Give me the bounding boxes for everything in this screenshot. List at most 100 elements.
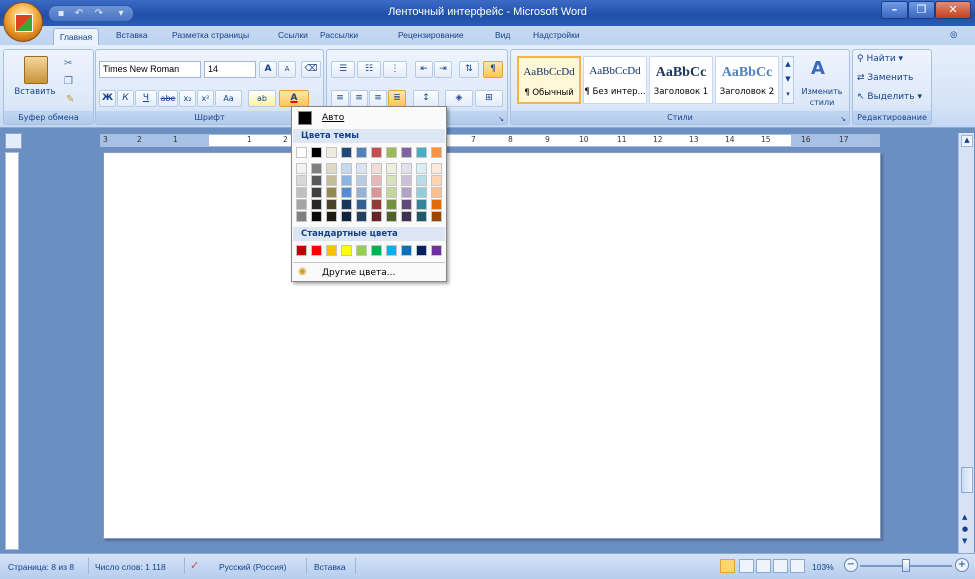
style-heading-2[interactable]: AaBbCc Заголовок 2 — [715, 56, 779, 104]
theme-shade-swatch[interactable] — [386, 187, 397, 198]
theme-shade-swatch[interactable] — [296, 175, 307, 186]
show-marks-icon[interactable]: ¶ — [483, 61, 503, 78]
tab-insert[interactable]: Вставка — [116, 30, 148, 40]
auto-color-swatch[interactable] — [298, 111, 312, 125]
theme-shade-swatch[interactable] — [296, 187, 307, 198]
outline-view-icon[interactable] — [773, 559, 788, 573]
justify-icon[interactable]: ≣ — [388, 90, 406, 107]
theme-shade-swatch[interactable] — [326, 187, 337, 198]
standard-color-swatch[interactable] — [356, 245, 367, 256]
font-color-button[interactable]: A — [279, 90, 309, 107]
format-painter-icon[interactable]: ✎ — [66, 94, 74, 105]
superscript-button[interactable]: x² — [197, 90, 214, 107]
tab-selector[interactable] — [5, 133, 22, 149]
theme-shade-swatch[interactable] — [341, 199, 352, 210]
standard-color-swatch[interactable] — [431, 245, 442, 256]
copy-icon[interactable]: ❐ — [64, 76, 73, 87]
theme-shade-swatch[interactable] — [296, 199, 307, 210]
theme-shade-swatch[interactable] — [431, 175, 442, 186]
bold-button[interactable]: Ж — [99, 90, 116, 107]
styles-launcher-icon[interactable]: ↘ — [840, 115, 846, 123]
tab-home[interactable]: Главная — [53, 28, 99, 46]
style-no-spacing[interactable]: AaBbCcDd ¶ Без интер... — [583, 56, 647, 104]
theme-shade-swatch[interactable] — [341, 175, 352, 186]
theme-color-swatch[interactable] — [431, 147, 442, 158]
theme-shade-swatch[interactable] — [416, 187, 427, 198]
paste-icon[interactable] — [24, 56, 48, 84]
office-button[interactable] — [3, 2, 43, 42]
find-button[interactable]: ⚲ Найти ▾ — [857, 54, 903, 64]
theme-color-swatch[interactable] — [311, 147, 322, 158]
theme-shade-swatch[interactable] — [401, 187, 412, 198]
standard-color-swatch[interactable] — [311, 245, 322, 256]
language-status[interactable]: Русский (Россия) — [219, 562, 286, 572]
theme-shade-swatch[interactable] — [326, 163, 337, 174]
clear-formatting-icon[interactable]: ⌫ — [301, 61, 321, 78]
theme-shade-swatch[interactable] — [371, 175, 382, 186]
theme-shade-swatch[interactable] — [296, 163, 307, 174]
web-layout-view-icon[interactable] — [756, 559, 771, 573]
increase-indent-icon[interactable]: ⇥ — [434, 61, 452, 78]
decrease-indent-icon[interactable]: ⇤ — [415, 61, 433, 78]
highlight-button[interactable]: ab — [248, 90, 276, 107]
standard-color-swatch[interactable] — [386, 245, 397, 256]
scroll-thumb[interactable] — [961, 467, 973, 493]
zoom-slider-thumb[interactable] — [902, 559, 910, 572]
theme-shade-swatch[interactable] — [416, 175, 427, 186]
maximize-button[interactable]: ❐ — [908, 1, 935, 19]
theme-color-swatch[interactable] — [341, 147, 352, 158]
theme-shade-swatch[interactable] — [416, 199, 427, 210]
style-heading-1[interactable]: AaBbCc Заголовок 1 — [649, 56, 713, 104]
theme-shade-swatch[interactable] — [401, 163, 412, 174]
close-button[interactable]: ✕ — [935, 1, 971, 19]
theme-shade-swatch[interactable] — [386, 175, 397, 186]
paste-button[interactable]: Вставить — [7, 87, 63, 97]
theme-shade-swatch[interactable] — [296, 211, 307, 222]
theme-shade-swatch[interactable] — [386, 163, 397, 174]
theme-shade-swatch[interactable] — [356, 175, 367, 186]
select-button[interactable]: ↖ Выделить ▾ — [857, 92, 922, 102]
theme-shade-swatch[interactable] — [311, 187, 322, 198]
tab-page-layout[interactable]: Разметка страницы — [172, 30, 249, 40]
strikethrough-button[interactable]: abe — [158, 90, 178, 107]
theme-shade-swatch[interactable] — [311, 163, 322, 174]
zoom-in-icon[interactable]: + — [955, 558, 969, 572]
styles-scroll-arrows-icon[interactable]: ▲ ▼ ▾ — [782, 56, 794, 104]
page-count[interactable]: Страница: 8 из 8 — [8, 562, 74, 572]
tab-review[interactable]: Рецензирование — [398, 30, 464, 40]
zoom-out-icon[interactable]: − — [844, 558, 858, 572]
theme-shade-swatch[interactable] — [311, 175, 322, 186]
minimize-button[interactable]: – — [881, 1, 908, 19]
theme-shade-swatch[interactable] — [401, 199, 412, 210]
multilevel-list-icon[interactable]: ⋮ — [383, 61, 407, 78]
style-normal[interactable]: AaBbCcDd ¶ Обычный — [517, 56, 581, 104]
theme-shade-swatch[interactable] — [386, 199, 397, 210]
theme-color-swatch[interactable] — [371, 147, 382, 158]
draft-view-icon[interactable] — [790, 559, 805, 573]
theme-shade-swatch[interactable] — [386, 211, 397, 222]
insert-mode[interactable]: Вставка — [314, 562, 346, 572]
help-icon[interactable]: ◎ — [950, 29, 957, 40]
theme-shade-swatch[interactable] — [356, 211, 367, 222]
theme-shade-swatch[interactable] — [371, 211, 382, 222]
theme-color-swatch[interactable] — [296, 147, 307, 158]
change-case-button[interactable]: Aa — [215, 90, 242, 107]
standard-color-swatch[interactable] — [326, 245, 337, 256]
theme-shade-swatch[interactable] — [326, 199, 337, 210]
theme-color-swatch[interactable] — [401, 147, 412, 158]
theme-shade-swatch[interactable] — [341, 163, 352, 174]
align-right-icon[interactable]: ≡ — [369, 90, 387, 107]
bullets-icon[interactable]: ☰ — [331, 61, 355, 78]
theme-color-swatch[interactable] — [416, 147, 427, 158]
theme-shade-swatch[interactable] — [356, 199, 367, 210]
theme-color-swatch[interactable] — [386, 147, 397, 158]
theme-shade-swatch[interactable] — [431, 211, 442, 222]
tab-view[interactable]: Вид — [495, 30, 510, 40]
sort-icon[interactable]: ⇅ — [459, 61, 479, 78]
align-left-icon[interactable]: ≡ — [331, 90, 349, 107]
standard-color-swatch[interactable] — [371, 245, 382, 256]
more-colors-option[interactable]: Другие цвета... — [322, 268, 395, 278]
theme-shade-swatch[interactable] — [431, 163, 442, 174]
tab-references[interactable]: Ссылки — [278, 30, 308, 40]
horizontal-ruler[interactable]: 3 2 1 1 2 7 8 9 10 11 12 13 14 15 16 17 — [100, 134, 880, 147]
